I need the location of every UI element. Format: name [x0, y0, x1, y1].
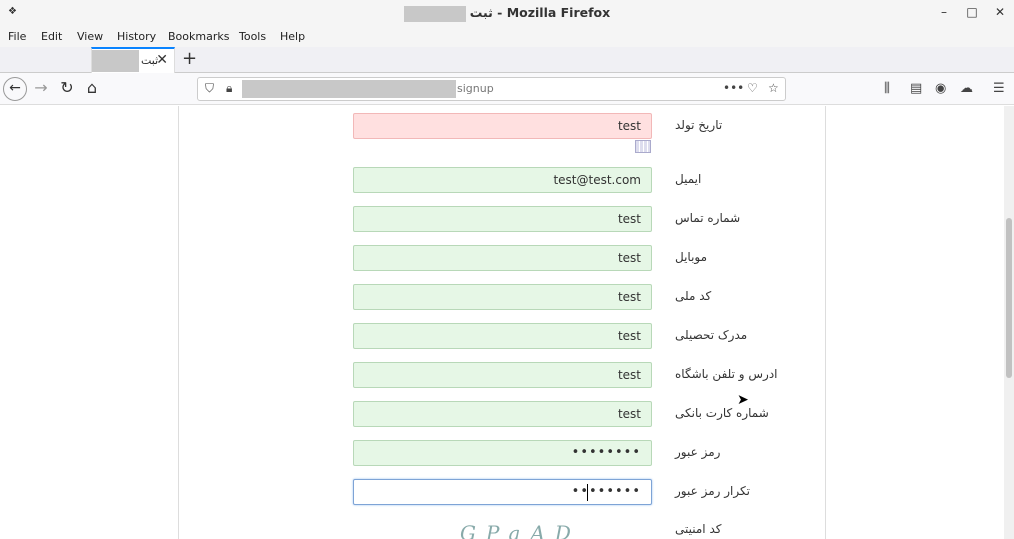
window-title: ثبت - Mozilla Firefox — [0, 5, 1014, 22]
scrollbar-thumb[interactable] — [1006, 218, 1012, 378]
redacted-tab-block — [92, 50, 139, 72]
url-path: signup — [457, 82, 494, 95]
tab-signup[interactable]: ثبت ✕ — [91, 47, 175, 73]
birth-date-input[interactable]: test — [353, 113, 652, 139]
tab-strip: ثبت ✕ + — [0, 47, 1014, 73]
password-confirm-input[interactable]: •••••••• — [353, 479, 652, 505]
mobile-label: موبایل — [675, 250, 708, 264]
shield-icon[interactable]: ⛉ — [205, 81, 214, 96]
new-tab-button[interactable]: + — [182, 48, 197, 69]
national-code-label: کد ملی — [675, 289, 712, 303]
redacted-url-block — [242, 80, 456, 98]
lock-icon[interactable]: 🔒︎ — [226, 81, 232, 96]
menu-bar: File Edit View History Bookmarks Tools H… — [0, 26, 1014, 47]
navigation-bar: ← → ↻ ⌂ ⛉ 🔒︎ signup ••• ♡ ☆ ⫼ ▤ ◉ ☁ ☰ — [0, 73, 1014, 105]
education-input[interactable]: test — [353, 323, 652, 349]
back-button[interactable]: ← — [3, 77, 27, 101]
page-scrollbar[interactable] — [1004, 106, 1014, 539]
national-code-input[interactable]: test — [353, 284, 652, 310]
url-bar[interactable]: ⛉ 🔒︎ signup ••• ♡ ☆ — [197, 77, 786, 101]
menu-file[interactable]: File — [8, 30, 26, 43]
forward-button[interactable]: → — [29, 77, 53, 101]
hamburger-menu-icon[interactable]: ☰ — [993, 81, 1005, 96]
title-bar: ❖ ثبت - Mozilla Firefox – □ ✕ — [0, 0, 1014, 26]
calendar-icon[interactable] — [635, 140, 651, 153]
menu-tools[interactable]: Tools — [239, 30, 266, 43]
education-label: مدرک تحصیلی — [675, 328, 748, 342]
sidebar-icon[interactable]: ▤ — [910, 81, 922, 96]
birth-date-label: تاریخ تولد — [675, 118, 723, 132]
redacted-title-block — [403, 5, 466, 22]
captcha-image: GPaAD — [460, 521, 581, 539]
club-address-label: ادرس و تلفن باشگاه — [675, 367, 778, 381]
email-input[interactable]: test@test.com — [353, 167, 652, 193]
home-icon[interactable]: ⌂ — [80, 77, 104, 101]
bank-card-label: شماره کارت بانکی — [675, 406, 769, 420]
email-label: ایمیل — [675, 172, 702, 186]
menu-help[interactable]: Help — [280, 30, 305, 43]
mouse-pointer-icon: ➤ — [737, 392, 749, 408]
password-confirm-value: •••••••• — [571, 484, 641, 499]
menu-edit[interactable]: Edit — [41, 30, 62, 43]
bookmark-star-icon[interactable]: ☆ — [768, 81, 779, 95]
bank-card-input[interactable]: test — [353, 401, 652, 427]
menu-history[interactable]: History — [117, 30, 156, 43]
menu-view[interactable]: View — [77, 30, 103, 43]
menu-bookmarks[interactable]: Bookmarks — [168, 30, 229, 43]
page-actions-icon[interactable]: ••• — [723, 81, 744, 95]
extension-icon[interactable]: ☁ — [960, 81, 973, 96]
close-window-button[interactable]: ✕ — [992, 5, 1008, 19]
maximize-button[interactable]: □ — [964, 5, 980, 19]
password-input[interactable]: •••••••• — [353, 440, 652, 466]
password-confirm-label: تکرار رمز عبور — [675, 484, 750, 498]
text-caret — [587, 484, 588, 501]
account-icon[interactable]: ◉ — [935, 81, 946, 96]
phone-label: شماره تماس — [675, 211, 741, 225]
library-icon[interactable]: ⫼ — [884, 81, 890, 96]
club-address-input[interactable]: test — [353, 362, 652, 388]
phone-input[interactable]: test — [353, 206, 652, 232]
minimize-button[interactable]: – — [936, 5, 952, 19]
tab-close-icon[interactable]: ✕ — [156, 52, 168, 68]
password-label: رمز عبور — [675, 445, 721, 459]
reload-icon[interactable]: ↻ — [55, 77, 79, 101]
captcha-label: کد امنیتی — [675, 522, 722, 536]
mobile-input[interactable]: test — [353, 245, 652, 271]
pocket-icon[interactable]: ♡ — [747, 81, 758, 95]
